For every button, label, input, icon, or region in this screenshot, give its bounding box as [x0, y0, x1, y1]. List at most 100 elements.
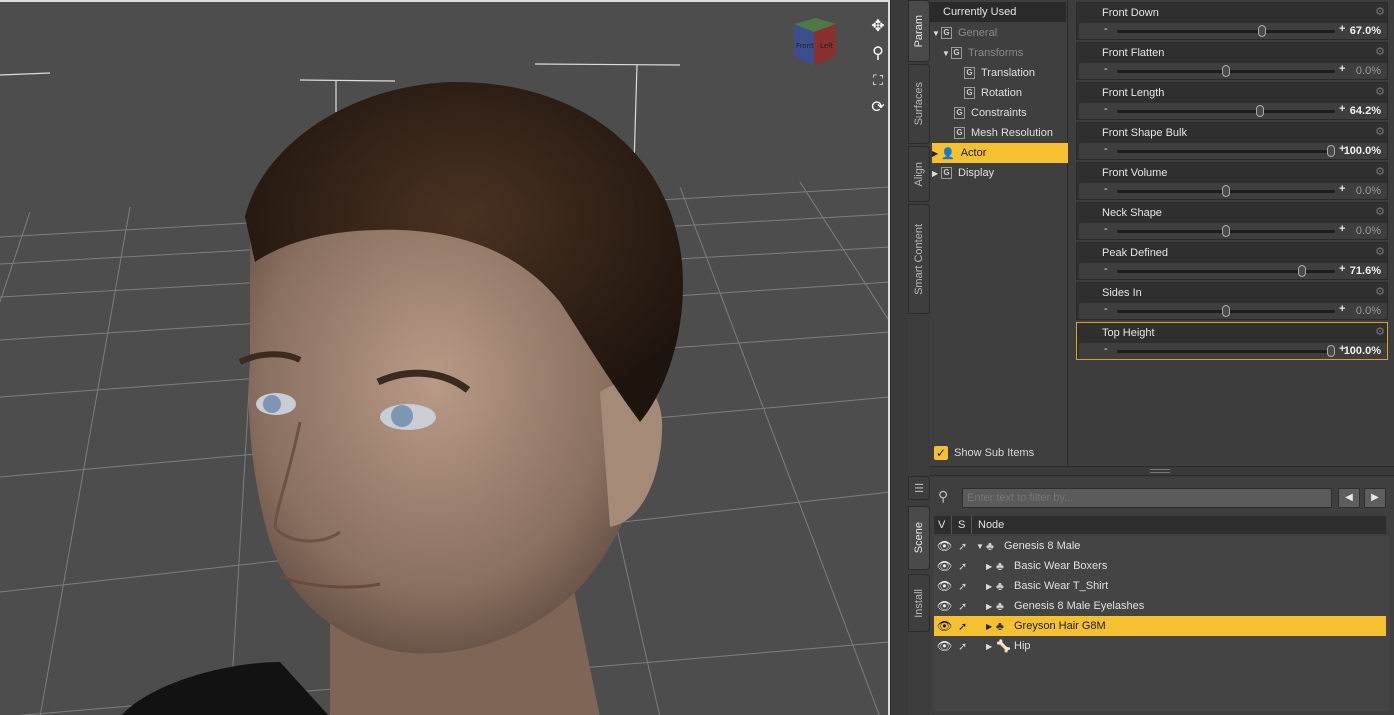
increment-button[interactable]: +: [1339, 63, 1345, 75]
visibility-eye-icon[interactable]: 👁: [937, 559, 952, 573]
slider-front-length[interactable]: Front Length ⚙ - +64.2%: [1076, 82, 1388, 120]
visibility-eye-icon[interactable]: 👁: [937, 579, 952, 593]
pane-divider[interactable]: [890, 0, 908, 715]
slider-knob[interactable]: [1222, 185, 1230, 197]
tree-item-transforms[interactable]: ▼ G Transforms: [942, 43, 1078, 63]
expand-triangle-icon[interactable]: ▶: [986, 582, 992, 591]
slider-knob[interactable]: [1256, 105, 1264, 117]
tab-smart-content[interactable]: Smart Content: [908, 204, 930, 314]
gear-icon[interactable]: ⚙: [1375, 285, 1385, 298]
scene-node-row[interactable]: 👁 ➚ ▼ ♣ Genesis 8 Male: [934, 536, 1386, 556]
expand-triangle-icon[interactable]: ▶: [986, 642, 992, 651]
show-sub-items-toggle[interactable]: ✓ Show Sub Items: [934, 444, 1034, 462]
slider-top-height[interactable]: Top Height ⚙ - +100.0%: [1076, 322, 1388, 360]
slider-sides-in[interactable]: Sides In ⚙ - +0.0%: [1076, 282, 1388, 320]
gear-icon[interactable]: ⚙: [1375, 125, 1385, 138]
increment-button[interactable]: +: [1339, 223, 1345, 235]
slider-value[interactable]: 67.0%: [1350, 25, 1381, 37]
gear-icon[interactable]: ⚙: [1375, 325, 1385, 338]
gear-icon[interactable]: ⚙: [1375, 205, 1385, 218]
tab-install[interactable]: Install: [908, 574, 930, 632]
visibility-eye-icon[interactable]: 👁: [937, 619, 952, 633]
selectable-arrow-icon[interactable]: ➚: [958, 560, 967, 573]
decrement-button[interactable]: -: [1104, 263, 1108, 275]
expand-triangle-icon[interactable]: ▼: [976, 542, 984, 551]
tab-parameters[interactable]: Param: [908, 0, 930, 62]
expand-triangle-icon[interactable]: ▶: [986, 562, 992, 571]
slider-bar[interactable]: [1117, 110, 1335, 113]
slider-value[interactable]: 100.0%: [1344, 345, 1381, 357]
gear-icon[interactable]: ⚙: [1375, 245, 1385, 258]
increment-button[interactable]: +: [1339, 23, 1345, 35]
slider-knob[interactable]: [1298, 265, 1306, 277]
visibility-eye-icon[interactable]: 👁: [937, 599, 952, 613]
pan-tool-icon[interactable]: ✥: [868, 16, 888, 36]
tree-item-rotation[interactable]: G Rotation: [964, 83, 1066, 103]
slider-front-flatten[interactable]: Front Flatten ⚙ - +0.0%: [1076, 42, 1388, 80]
tree-item-mesh-resolution[interactable]: G Mesh Resolution: [954, 123, 1066, 143]
gear-icon[interactable]: ⚙: [1375, 5, 1385, 18]
scene-node-row[interactable]: 👁 ➚ ▶ ♣ Basic Wear Boxers: [934, 556, 1386, 576]
visibility-eye-icon[interactable]: 👁: [937, 639, 952, 653]
visibility-eye-icon[interactable]: 👁: [937, 539, 952, 553]
expand-triangle-icon[interactable]: ▶: [932, 149, 941, 158]
decrement-button[interactable]: -: [1104, 183, 1108, 195]
increment-button[interactable]: +: [1339, 263, 1345, 275]
frame-tool-icon[interactable]: ⛶: [868, 70, 888, 90]
selectable-arrow-icon[interactable]: ➚: [958, 620, 967, 633]
checkbox-checked-icon[interactable]: ✓: [934, 446, 948, 460]
tree-header[interactable]: Currently Used: [930, 2, 1066, 22]
slider-value[interactable]: 100.0%: [1344, 145, 1381, 157]
increment-button[interactable]: +: [1339, 303, 1345, 315]
scene-node-row[interactable]: 👁 ➚ ▶ ♣ Basic Wear T_Shirt: [934, 576, 1386, 596]
slider-knob[interactable]: [1222, 225, 1230, 237]
column-selectable[interactable]: S: [954, 516, 972, 534]
decrement-button[interactable]: -: [1104, 63, 1108, 75]
tree-item-constraints[interactable]: G Constraints: [954, 103, 1066, 123]
slider-bar[interactable]: [1117, 350, 1335, 353]
zoom-tool-icon[interactable]: ⚲: [868, 43, 888, 63]
tab-align[interactable]: Align: [908, 146, 930, 202]
tree-item-translation[interactable]: G Translation: [964, 63, 1066, 83]
scene-node-row[interactable]: 👁 ➚ ▶ ♣ Greyson Hair G8M: [934, 616, 1386, 636]
slider-knob[interactable]: [1222, 65, 1230, 77]
slider-bar[interactable]: [1117, 30, 1335, 33]
slider-bar[interactable]: [1117, 150, 1335, 153]
expand-triangle-icon[interactable]: ▼: [942, 49, 951, 58]
tree-item-display[interactable]: ▶ G Display: [932, 163, 1068, 183]
gear-icon[interactable]: ⚙: [1375, 45, 1385, 58]
tab-surfaces[interactable]: Surfaces: [908, 64, 930, 144]
scene-node-row[interactable]: 👁 ➚ ▶ 🦴 Hip: [934, 636, 1386, 656]
increment-button[interactable]: +: [1339, 183, 1345, 195]
selectable-arrow-icon[interactable]: ➚: [958, 580, 967, 593]
decrement-button[interactable]: -: [1104, 303, 1108, 315]
slider-knob[interactable]: [1222, 305, 1230, 317]
decrement-button[interactable]: -: [1104, 103, 1108, 115]
splitter-grip-icon[interactable]: [1150, 469, 1170, 473]
tree-item-general[interactable]: ▼ G General: [932, 23, 1068, 43]
gear-icon[interactable]: ⚙: [1375, 85, 1385, 98]
filter-prev-button[interactable]: ◀: [1338, 488, 1360, 508]
decrement-button[interactable]: -: [1104, 23, 1108, 35]
slider-knob[interactable]: [1258, 25, 1266, 37]
slider-neck-shape[interactable]: Neck Shape ⚙ - +0.0%: [1076, 202, 1388, 240]
increment-button[interactable]: +: [1339, 103, 1345, 115]
orientation-cube-icon[interactable]: Front Left: [782, 10, 850, 74]
expand-triangle-icon[interactable]: ▶: [986, 622, 992, 631]
scene-filter-input[interactable]: [962, 488, 1332, 508]
selectable-arrow-icon[interactable]: ➚: [958, 640, 967, 653]
slider-peak-defined[interactable]: Peak Defined ⚙ - +71.6%: [1076, 242, 1388, 280]
decrement-button[interactable]: -: [1104, 343, 1108, 355]
selectable-arrow-icon[interactable]: ➚: [958, 540, 967, 553]
tree-item-actor[interactable]: ▶ 👤 Actor: [932, 143, 1068, 163]
slider-value[interactable]: 71.6%: [1350, 265, 1381, 277]
orbit-tool-icon[interactable]: ⟳: [868, 97, 888, 117]
filter-next-button[interactable]: ▶: [1364, 488, 1386, 508]
scene-node-row[interactable]: 👁 ➚ ▶ ♣ Genesis 8 Male Eyelashes: [934, 596, 1386, 616]
decrement-button[interactable]: -: [1104, 143, 1108, 155]
slider-value[interactable]: 0.0%: [1356, 305, 1381, 317]
decrement-button[interactable]: -: [1104, 223, 1108, 235]
horizontal-splitter[interactable]: [930, 466, 1394, 476]
slider-value[interactable]: 0.0%: [1356, 185, 1381, 197]
gear-icon[interactable]: ⚙: [1375, 165, 1385, 178]
